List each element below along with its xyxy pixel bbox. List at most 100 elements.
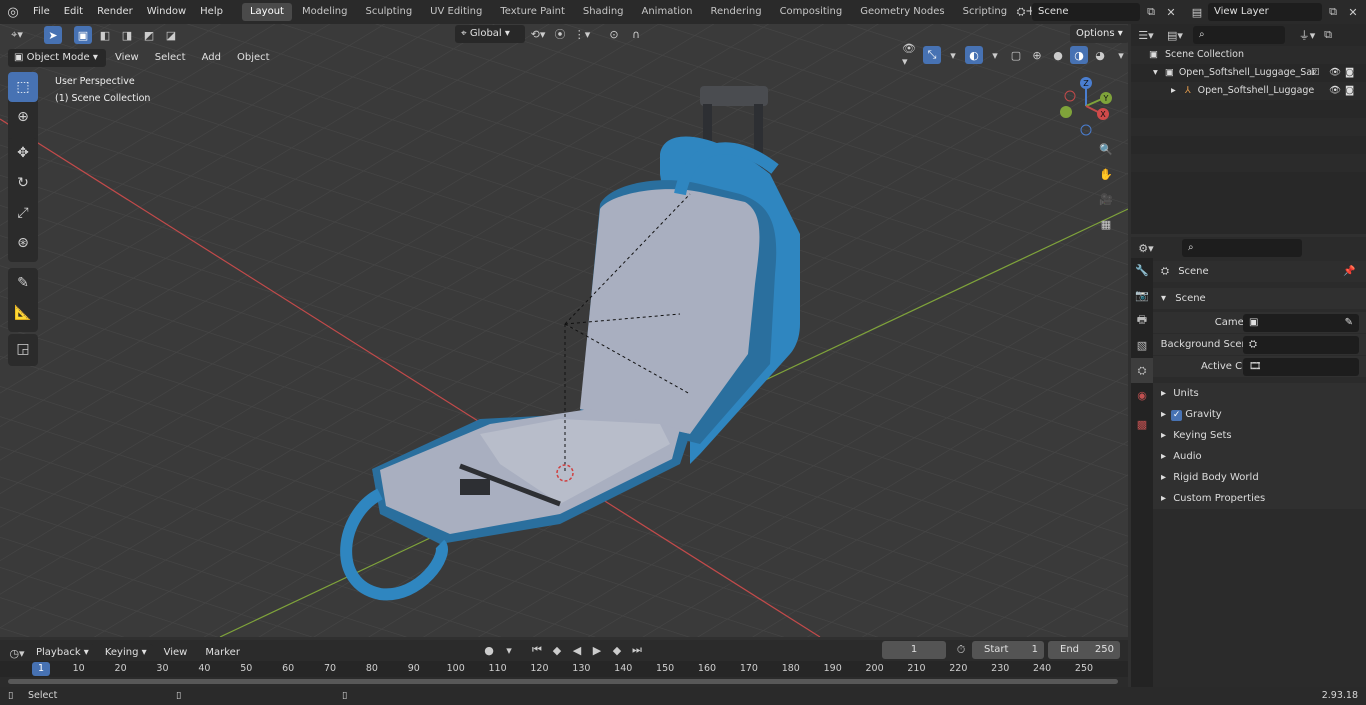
tab-texture-paint[interactable]: Texture Paint: [492, 3, 573, 21]
viewport-menu-object[interactable]: Object: [230, 46, 277, 70]
visibility-eye-icon[interactable]: 👁: [1329, 64, 1341, 82]
new-collection-icon[interactable]: ⧉: [1319, 26, 1337, 44]
blender-logo-icon[interactable]: ◎: [0, 5, 26, 20]
select-mode-intersect-icon[interactable]: ◪: [162, 26, 180, 44]
outliner-editor-icon[interactable]: ☰▾: [1137, 26, 1155, 44]
outliner-row-collection[interactable]: ▾ ▣ Open_Softshell_Luggage_Sar ☑ 👁 ◙: [1131, 64, 1366, 82]
timeline-editor-icon[interactable]: ◷▾: [8, 644, 26, 662]
exclude-checkbox-icon[interactable]: ☑: [1311, 64, 1320, 82]
custom-properties-panel[interactable]: ▸ Custom Properties: [1153, 488, 1366, 509]
next-keyframe-icon[interactable]: ◆: [608, 641, 626, 659]
pin-icon[interactable]: 📌: [1343, 261, 1355, 282]
gizmo-toggle-icon[interactable]: ⤡: [923, 46, 941, 64]
texture-tab-icon[interactable]: ▩: [1131, 412, 1153, 437]
add-cube-tool-icon[interactable]: ◲: [8, 334, 38, 364]
zoom-icon[interactable]: 🔍: [1097, 140, 1115, 158]
overlay-toggle-icon[interactable]: ◐: [965, 46, 983, 64]
outliner-row-object[interactable]: ▸ ⅄ Open_Softshell_Luggage 👁 ◙: [1131, 82, 1366, 100]
select-box-icon[interactable]: ⬚: [8, 72, 38, 102]
wireframe-shading-icon[interactable]: ⊕: [1028, 46, 1046, 64]
outliner-search-input[interactable]: ⌕: [1193, 26, 1285, 44]
play-icon[interactable]: ▶: [588, 641, 606, 659]
tab-geometry-nodes[interactable]: Geometry Nodes: [852, 3, 952, 21]
end-frame-field[interactable]: End 250: [1048, 641, 1120, 659]
keying-menu[interactable]: Keying ▾: [98, 644, 153, 662]
outliner-row-scene-collection[interactable]: ▣ Scene Collection: [1131, 46, 1366, 64]
auto-key-icon[interactable]: ●: [480, 641, 498, 659]
prev-keyframe-icon[interactable]: ◆: [548, 641, 566, 659]
3d-viewport[interactable]: ⬚ ⊕ ✥ ↻ ⤢ ⊛ ✎ 📐 ◲ User Perspective (1) S…: [0, 24, 1128, 637]
playback-menu[interactable]: Playback ▾: [30, 644, 95, 662]
select-mode-new-icon[interactable]: ▣: [74, 26, 92, 44]
scale-tool-icon[interactable]: ⤢: [8, 198, 38, 228]
viewport-menu-select[interactable]: Select: [148, 46, 193, 70]
expand-arrow-icon[interactable]: ▸: [1171, 85, 1176, 96]
proportional-edit-icon[interactable]: ⊙: [605, 25, 623, 43]
background-scene-field[interactable]: ⛭: [1243, 336, 1359, 354]
output-tab-icon[interactable]: 🖶: [1131, 308, 1153, 333]
auto-key-dropdown-icon[interactable]: ▾: [500, 641, 518, 659]
menu-render[interactable]: Render: [90, 0, 140, 24]
units-panel[interactable]: ▸ Units: [1153, 383, 1366, 404]
jump-end-icon[interactable]: ⏭: [628, 641, 646, 659]
annotate-tool-icon[interactable]: ✎: [8, 268, 38, 298]
jump-start-icon[interactable]: ⏮: [528, 641, 546, 659]
tab-scripting[interactable]: Scripting: [955, 3, 1015, 21]
gravity-checkbox[interactable]: ✓: [1171, 410, 1183, 421]
scene-tab-icon[interactable]: ⛭: [1131, 358, 1153, 383]
camera-field[interactable]: ▣ ✎: [1243, 314, 1359, 332]
render-camera-icon[interactable]: ◙: [1345, 64, 1354, 82]
navigation-gizmo[interactable]: Z Y X: [1058, 76, 1118, 140]
rotate-tool-icon[interactable]: ↻: [8, 168, 38, 198]
tab-shading[interactable]: Shading: [575, 3, 632, 21]
visibility-icon[interactable]: 👁▾: [902, 42, 920, 68]
audio-panel[interactable]: ▸ Audio: [1153, 446, 1366, 467]
select-mode-extend-icon[interactable]: ◧: [96, 26, 114, 44]
tool-tab-icon[interactable]: 🔧: [1131, 258, 1153, 283]
menu-file[interactable]: File: [26, 0, 57, 24]
tab-sculpting[interactable]: Sculpting: [357, 3, 420, 21]
tab-animation[interactable]: Animation: [634, 3, 701, 21]
view-layer-field[interactable]: View Layer: [1208, 3, 1322, 21]
menu-edit[interactable]: Edit: [57, 0, 90, 24]
expand-arrow-icon[interactable]: ▾: [1153, 67, 1158, 78]
options-dropdown[interactable]: Options ▾: [1070, 25, 1129, 43]
material-shading-icon[interactable]: ◑: [1070, 46, 1088, 64]
tab-compositing[interactable]: Compositing: [772, 3, 851, 21]
shading-dropdown-icon[interactable]: ▾: [1112, 46, 1130, 64]
measure-tool-icon[interactable]: 📐: [8, 298, 38, 328]
viewport-menu-add[interactable]: Add: [195, 46, 228, 70]
falloff-icon[interactable]: ∩: [627, 25, 645, 43]
properties-search-input[interactable]: ⌕: [1182, 239, 1302, 257]
snap-target-icon[interactable]: ⋮▾: [573, 25, 591, 43]
properties-editor-icon[interactable]: ⚙▾: [1137, 239, 1155, 257]
current-frame-field[interactable]: 1: [882, 641, 946, 659]
ortho-grid-icon[interactable]: ▦: [1097, 215, 1115, 233]
object-mode-dropdown[interactable]: ▣ Object Mode ▾: [8, 49, 106, 67]
tweak-tool-icon[interactable]: ➤: [44, 26, 62, 44]
delete-view-layer-icon[interactable]: ✕: [1344, 3, 1362, 21]
xray-icon[interactable]: ▢: [1007, 46, 1025, 64]
display-mode-icon[interactable]: ▤▾: [1166, 26, 1184, 44]
preview-range-icon[interactable]: ⏱: [952, 641, 970, 659]
tab-rendering[interactable]: Rendering: [702, 3, 769, 21]
visibility-eye-icon[interactable]: 👁: [1329, 82, 1341, 100]
select-mode-subtract-icon[interactable]: ◨: [118, 26, 136, 44]
viewport-menu-view[interactable]: View: [108, 46, 146, 70]
camera-view-icon[interactable]: 🎥: [1097, 190, 1115, 208]
delete-scene-icon[interactable]: ✕: [1162, 3, 1180, 21]
world-tab-icon[interactable]: ◉: [1131, 383, 1153, 408]
view-layer-tab-icon[interactable]: ▧: [1131, 333, 1153, 358]
active-clip-field[interactable]: 🎞: [1243, 358, 1359, 376]
menu-window[interactable]: Window: [140, 0, 193, 24]
new-view-layer-icon[interactable]: ⧉: [1324, 3, 1342, 21]
scene-selector-icon[interactable]: ⛭: [1012, 3, 1030, 21]
timeline-scrollbar[interactable]: [8, 679, 1118, 684]
scene-panel-header[interactable]: ▾ Scene: [1153, 288, 1366, 309]
menu-help[interactable]: Help: [193, 0, 230, 24]
gravity-panel[interactable]: ▸ ✓ Gravity: [1153, 404, 1366, 425]
move-tool-icon[interactable]: ✥: [8, 138, 38, 168]
overlay-dropdown-icon[interactable]: ▾: [986, 46, 1004, 64]
scene-name-field[interactable]: Scene: [1032, 3, 1140, 21]
select-mode-invert-icon[interactable]: ◩: [140, 26, 158, 44]
